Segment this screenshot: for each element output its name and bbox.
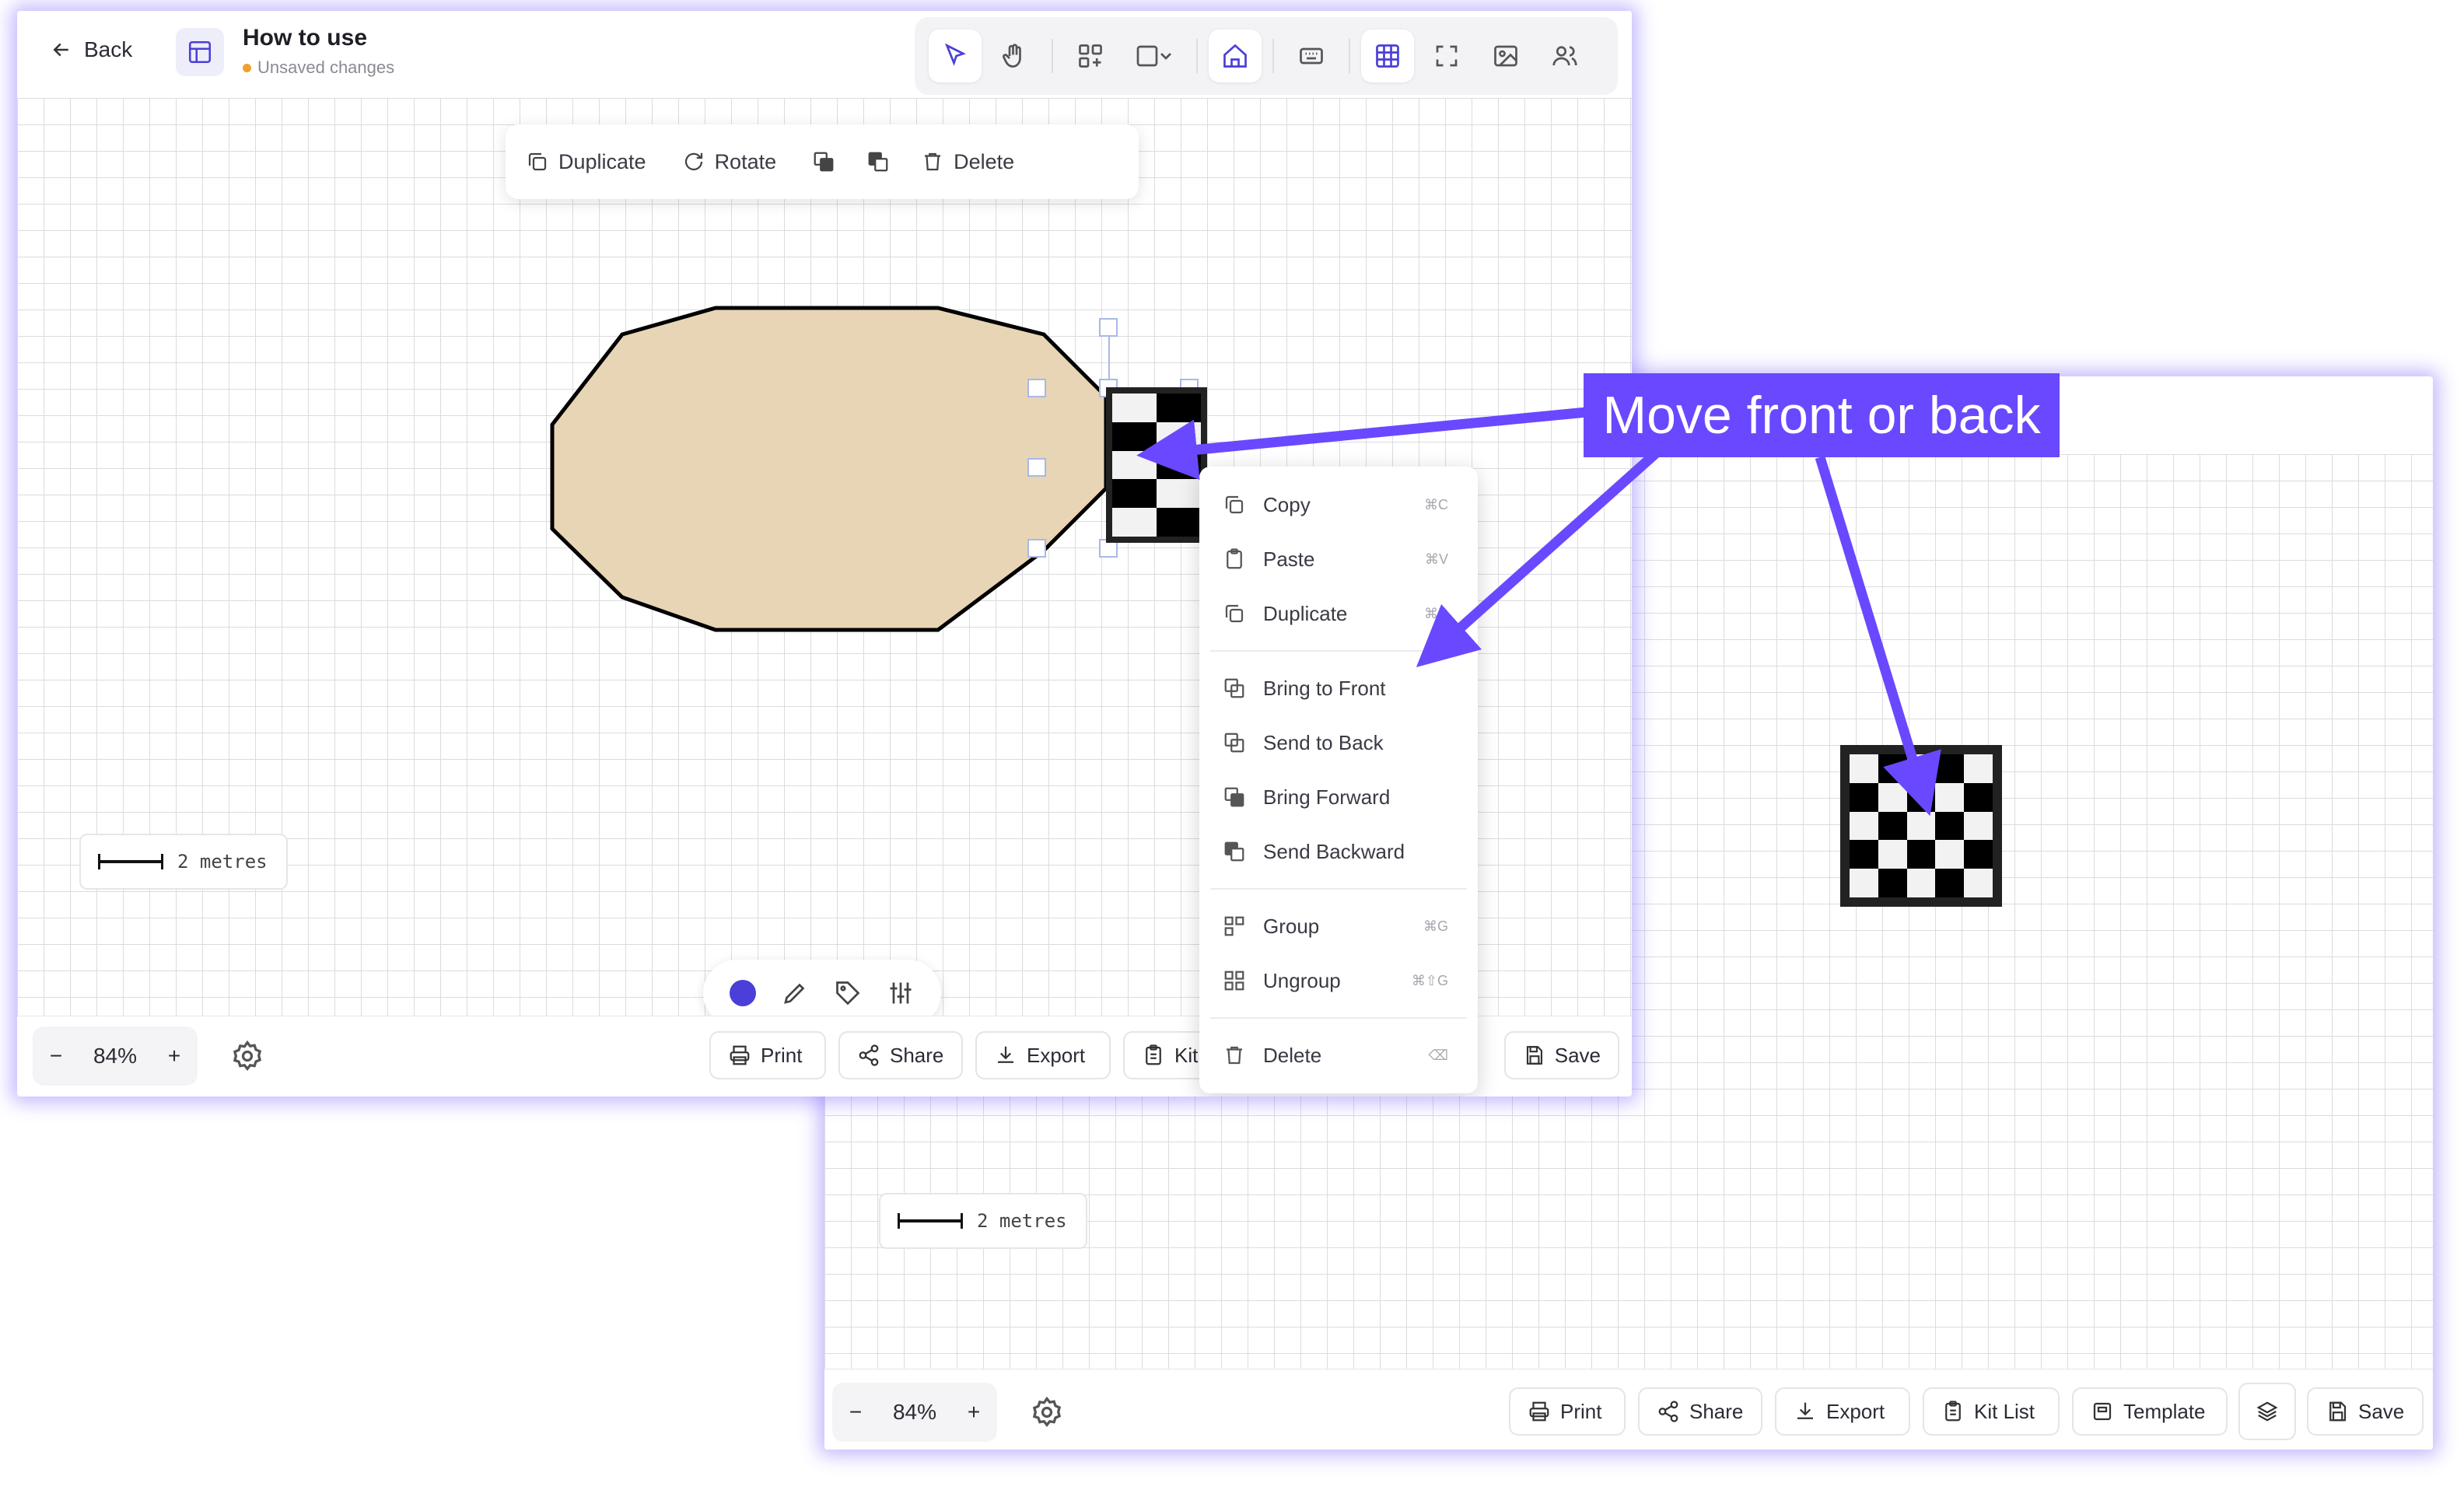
annotation-text: Move front or back — [1602, 386, 2041, 445]
annotation-label: Move front or back — [1584, 373, 2060, 457]
annotation-arrows — [1136, 407, 1941, 817]
arrow-to-object — [1136, 407, 1587, 481]
arrow-to-menu — [1416, 449, 1661, 667]
arrow-to-result — [1815, 456, 1941, 817]
